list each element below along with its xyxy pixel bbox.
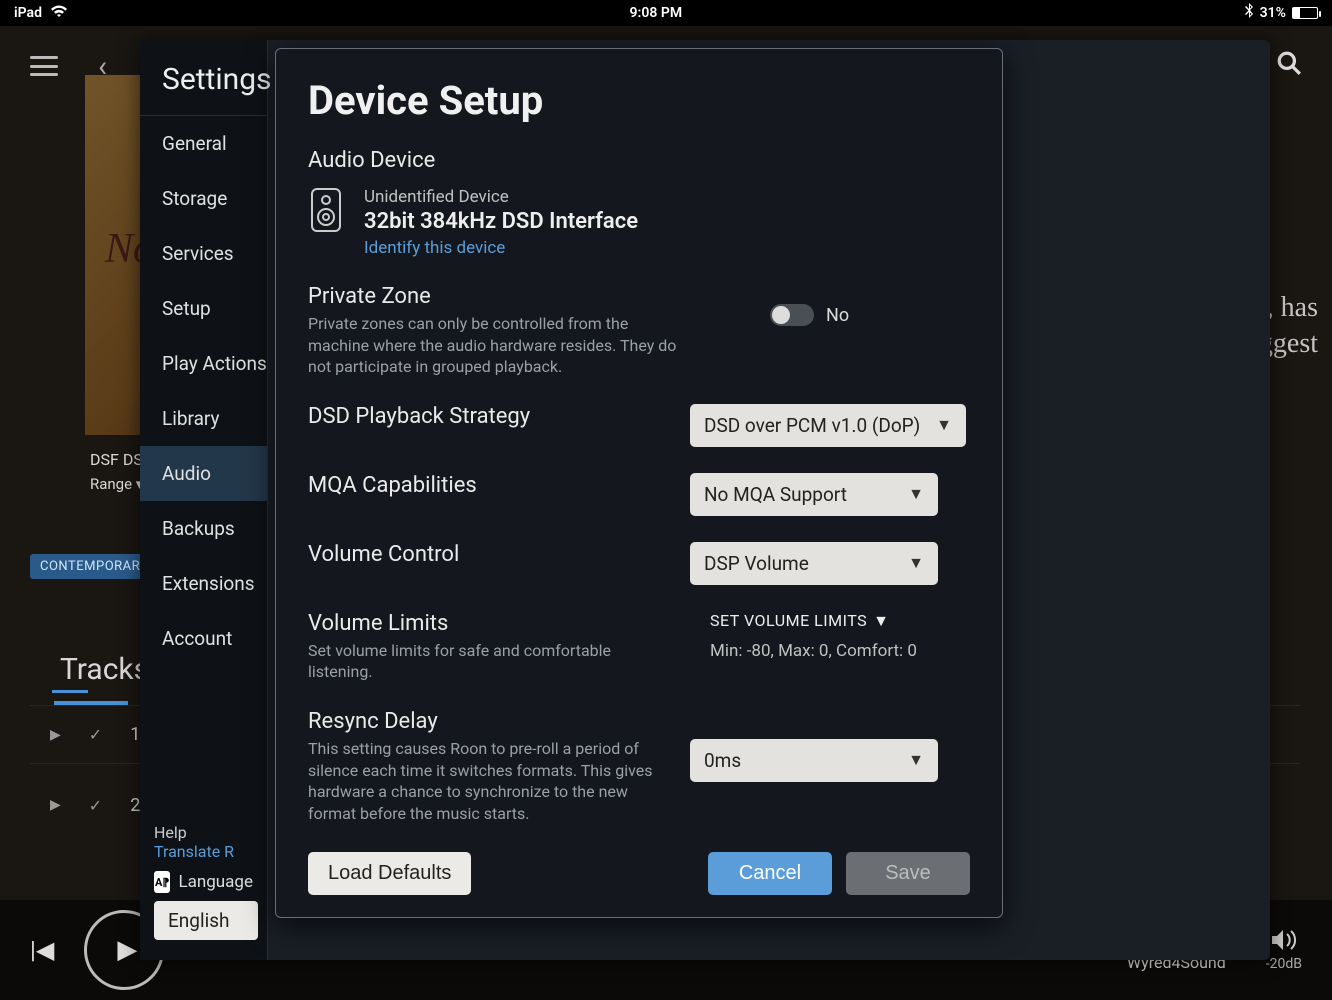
chevron-down-icon: ▼ [908, 553, 924, 573]
clock: 9:08 PM [68, 5, 1244, 21]
unidentified-label: Unidentified Device [364, 187, 638, 207]
device-label: iPad [14, 5, 42, 21]
volume-limits-label: Volume Limits [308, 611, 686, 636]
battery-pct: 31% [1260, 5, 1286, 21]
sidebar-item-storage[interactable]: Storage [140, 171, 267, 226]
battery-icon [1292, 7, 1318, 19]
resync-delay-desc: This setting causes Roon to pre-roll a p… [308, 738, 666, 824]
settings-title: Settings [140, 40, 267, 116]
dropdown-value: 0ms [704, 749, 741, 772]
sidebar-item-audio[interactable]: Audio [140, 446, 267, 501]
sidebar-item-backups[interactable]: Backups [140, 501, 267, 556]
resync-delay-label: Resync Delay [308, 709, 666, 734]
dsd-strategy-label: DSD Playback Strategy [308, 404, 666, 429]
identify-device-link[interactable]: Identify this device [364, 238, 638, 258]
sidebar-item-general[interactable]: General [140, 116, 267, 171]
sidebar-footer: Help Translate R A⁋ Language English [140, 813, 267, 960]
load-defaults-button[interactable]: Load Defaults [308, 852, 471, 895]
genre-tags: CONTEMPORARY [30, 554, 158, 579]
dropdown-value: DSP Volume [704, 552, 809, 575]
private-zone-toggle[interactable]: No [770, 304, 849, 326]
prev-track-icon[interactable]: |◀ [30, 936, 54, 964]
private-zone-desc: Private zones can only be controlled fro… [308, 313, 678, 378]
toggle-value: No [826, 305, 849, 326]
private-zone-label: Private Zone [308, 284, 746, 309]
track-number: 2 [130, 795, 140, 816]
mqa-label: MQA Capabilities [308, 473, 666, 498]
wifi-icon [50, 5, 68, 22]
device-setup-modal: Device Setup Audio Device Unidentified D… [275, 48, 1003, 918]
save-button[interactable]: Save [846, 852, 970, 895]
device-name: 32bit 384kHz DSD Interface [364, 209, 638, 234]
chevron-down-icon: ▼ [908, 484, 924, 504]
volume-control[interactable]: -20dB [1266, 928, 1302, 972]
volume-control-select[interactable]: DSP Volume ▼ [690, 542, 938, 585]
mqa-select[interactable]: No MQA Support ▼ [690, 473, 938, 516]
play-icon[interactable]: ▶ [50, 727, 61, 743]
sidebar-item-setup[interactable]: Setup [140, 281, 267, 336]
chevron-down-icon: ▼ [908, 750, 924, 770]
language-select[interactable]: English [154, 901, 258, 940]
track-number: 1 [130, 724, 140, 745]
play-icon[interactable]: ▶ [50, 797, 61, 813]
check-icon: ✓ [89, 725, 102, 744]
cancel-button[interactable]: Cancel [708, 852, 832, 895]
audio-device-heading: Audio Device [308, 148, 970, 173]
chevron-down-icon: ▼ [936, 415, 952, 435]
dropdown-value: No MQA Support [704, 483, 847, 506]
ios-status-bar: iPad 9:08 PM 31% [0, 0, 1332, 26]
check-icon: ✓ [89, 796, 102, 815]
tag-contemporary[interactable]: CONTEMPORARY [30, 554, 158, 579]
chevron-down-icon: ▼ [873, 611, 889, 631]
sidebar-item-account[interactable]: Account [140, 611, 267, 666]
sidebar-item-extensions[interactable]: Extensions [140, 556, 267, 611]
speaker-icon [308, 187, 344, 233]
sidebar-item-library[interactable]: Library [140, 391, 267, 446]
volume-limits-summary: Min: -80, Max: 0, Comfort: 0 [710, 641, 917, 661]
bluetooth-icon [1244, 3, 1254, 23]
language-icon: A⁋ [154, 871, 170, 893]
dsd-strategy-select[interactable]: DSD over PCM v1.0 (DoP) ▼ [690, 404, 966, 447]
dropdown-value: DSD over PCM v1.0 (DoP) [704, 414, 920, 437]
resync-delay-select[interactable]: 0ms ▼ [690, 739, 938, 782]
modal-title: Device Setup [308, 77, 970, 124]
sidebar-item-play-actions[interactable]: Play Actions [140, 336, 267, 391]
translate-link[interactable]: Help Translate R [154, 823, 253, 861]
search-icon[interactable] [1276, 50, 1302, 83]
sidebar-item-services[interactable]: Services [140, 226, 267, 281]
menu-icon[interactable] [30, 56, 58, 76]
track-progress [52, 690, 88, 693]
language-label: Language [178, 872, 253, 892]
volume-limits-desc: Set volume limits for safe and comfortab… [308, 640, 678, 683]
set-volume-limits-link[interactable]: SET VOLUME LIMITS▼ [710, 611, 889, 631]
settings-sidebar: Settings General Storage Services Setup … [140, 40, 268, 960]
volume-control-label: Volume Control [308, 542, 666, 567]
